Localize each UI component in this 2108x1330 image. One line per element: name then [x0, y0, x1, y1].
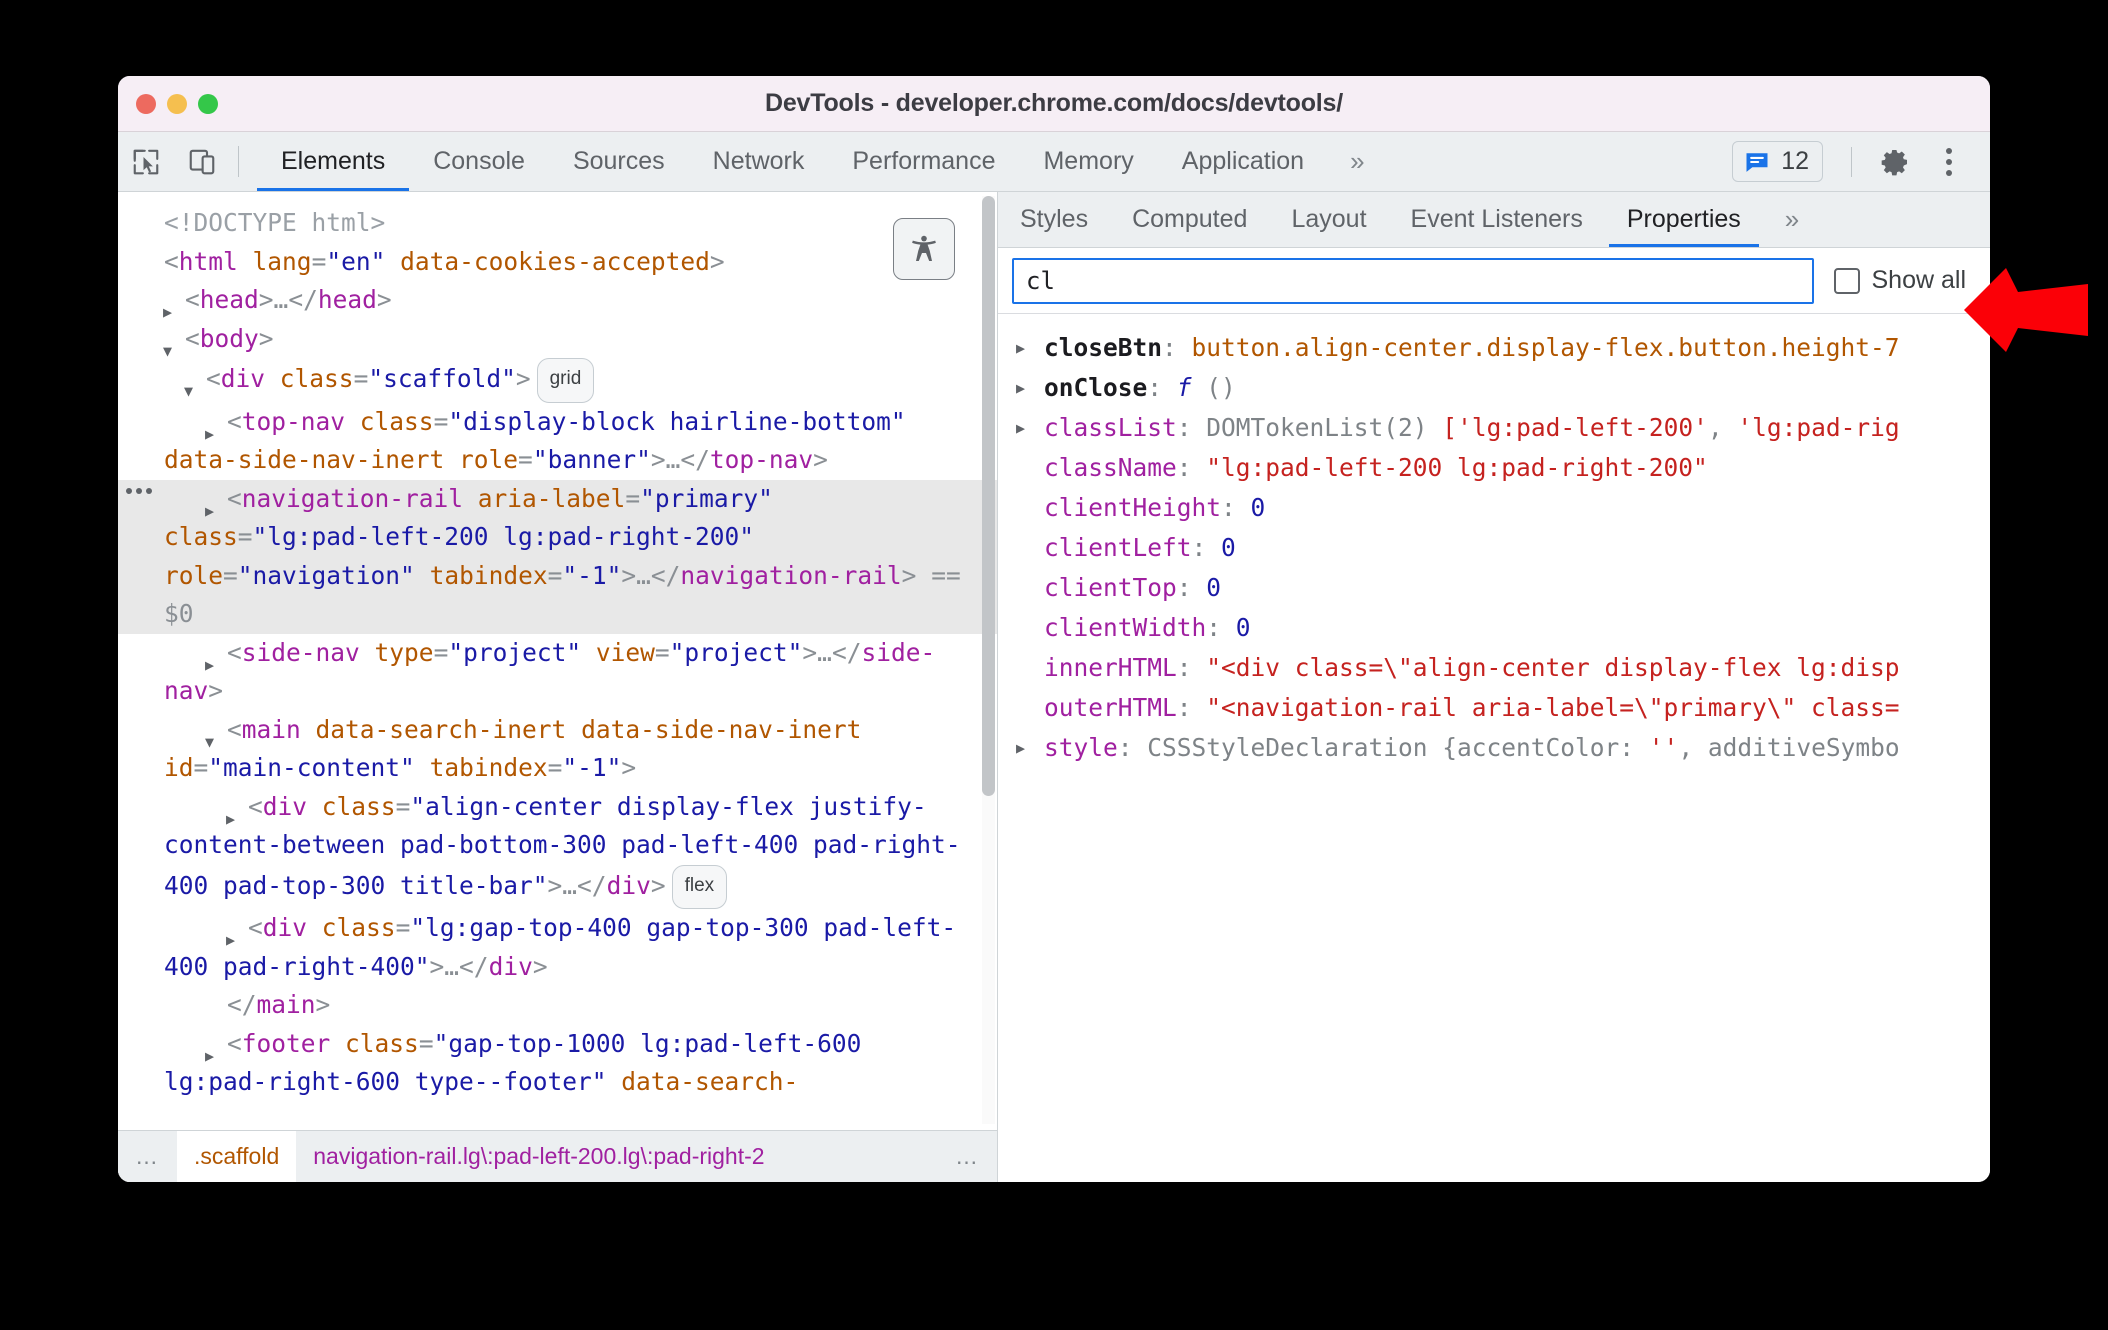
breadcrumb-item[interactable]: .scaffold	[177, 1131, 297, 1182]
property-row[interactable]: ▶ style: CSSStyleDeclaration {accentColor…	[998, 728, 1990, 768]
dom-node-row[interactable]: <top-nav class="display-block hairline-b…	[118, 403, 997, 480]
dom-tree[interactable]: <!DOCTYPE html> <html lang="en" data-cook…	[118, 192, 997, 1102]
panel-tabs: Elements Console Sources Network Perform…	[257, 132, 1387, 191]
issues-badge[interactable]: 12	[1732, 141, 1823, 182]
tab-sources[interactable]: Sources	[549, 132, 689, 191]
dom-node-content: <div class="scaffold"> grid	[164, 358, 595, 411]
dom-node-row[interactable]: </main>	[118, 986, 997, 1025]
properties-filter-input[interactable]	[1012, 257, 1814, 304]
property-row[interactable]: outerHTML: "<navigation-rail aria-label=…	[998, 688, 1990, 728]
property-row[interactable]: innerHTML: "<div class=\"align-center di…	[998, 648, 1990, 688]
node-menu-dots-icon[interactable]	[126, 487, 152, 494]
sidebar-pane: Styles Computed Layout Event Listeners P…	[998, 192, 1990, 1182]
properties-list[interactable]: ▶ closeBtn: button.align-center.display-f…	[998, 314, 1990, 1182]
property-row[interactable]: ▶ classList: DOMTokenList(2) ['lg:pad-lef…	[998, 408, 1990, 448]
gear-icon[interactable]	[1870, 139, 1920, 185]
dom-node-row[interactable]: <div class="scaffold"> grid	[118, 358, 997, 411]
dom-node-row[interactable]: <footer class="gap-top-1000 lg:pad-left-…	[118, 1025, 997, 1102]
breadcrumb-overflow[interactable]: …	[938, 1131, 997, 1182]
tab-layout[interactable]: Layout	[1269, 192, 1388, 247]
dom-node-row[interactable]: <head>…</head>	[118, 281, 997, 332]
toolbar-divider-2	[1851, 146, 1852, 177]
elements-dom-pane: <!DOCTYPE html> <html lang="en" data-cook…	[118, 192, 998, 1182]
issues-chat-icon	[1746, 152, 1768, 172]
dom-node-content: <body>	[163, 323, 274, 371]
sidebar-tabbar: Styles Computed Layout Event Listeners P…	[998, 192, 1990, 248]
dom-tree-wrapper: <!DOCTYPE html> <html lang="en" data-cook…	[118, 192, 997, 1130]
dom-node-content: <head>…</head>	[163, 285, 392, 332]
scrollbar-thumb[interactable]	[982, 196, 995, 796]
breadcrumb-item[interactable]: navigation-rail.lg\:pad-left-200.lg\:pad…	[296, 1131, 781, 1182]
dom-node-row[interactable]: <!DOCTYPE html>	[118, 204, 997, 243]
dom-node-row[interactable]: <html lang="en" data-cookies-accepted>	[118, 243, 997, 282]
inspect-cursor-icon[interactable]	[118, 132, 174, 191]
dom-node-content: <footer class="gap-top-1000 lg:pad-left-…	[164, 1028, 877, 1097]
property-row[interactable]: clientLeft: 0	[998, 528, 1990, 568]
dom-node-row[interactable]: <body>	[118, 320, 997, 371]
toolbar-right-group: 12	[1732, 132, 1990, 191]
dom-node-row-selected[interactable]: <navigation-rail aria-label="primary" cl…	[118, 479, 997, 634]
kebab-menu-icon[interactable]	[1924, 139, 1974, 185]
window-title: DevTools - developer.chrome.com/docs/dev…	[765, 89, 1343, 117]
dom-node-content: <navigation-rail aria-label="primary" cl…	[164, 483, 976, 629]
show-all-checkbox[interactable]	[1833, 267, 1860, 294]
dom-node-content: <html lang="en" data-cookies-accepted>	[164, 246, 725, 276]
expand-twisty-icon[interactable]: ▶	[1016, 408, 1025, 448]
show-all-toggle[interactable]: Show all	[1833, 266, 1975, 295]
accessibility-icon[interactable]	[893, 218, 955, 280]
tab-event-listeners[interactable]: Event Listeners	[1389, 192, 1605, 247]
dom-node-row[interactable]: <side-nav type="project" view="project">…	[118, 634, 997, 711]
devtools-main-toolbar: Elements Console Sources Network Perform…	[118, 132, 1990, 192]
property-row[interactable]: className: "lg:pad-left-200 lg:pad-right…	[998, 448, 1990, 488]
expand-twisty-icon[interactable]: ▶	[1016, 728, 1025, 768]
properties-filter-bar: Show all	[998, 248, 1990, 314]
dom-node-row[interactable]: <div class="lg:gap-top-400 gap-top-300 p…	[118, 909, 997, 986]
tab-styles[interactable]: Styles	[998, 192, 1110, 247]
property-row[interactable]: clientHeight: 0	[998, 488, 1990, 528]
property-row[interactable]: ▶ closeBtn: button.align-center.display-f…	[998, 328, 1990, 368]
dom-node-row[interactable]: <div class="align-center display-flex ju…	[118, 788, 997, 909]
dom-node-content: <top-nav class="display-block hairline-b…	[164, 406, 906, 475]
tab-performance[interactable]: Performance	[828, 132, 1019, 191]
tab-console[interactable]: Console	[409, 132, 549, 191]
tab-network[interactable]: Network	[689, 132, 829, 191]
expand-twisty-icon[interactable]: ▶	[1016, 368, 1025, 408]
dom-breadcrumb: … .scaffold navigation-rail.lg\:pad-left-2…	[118, 1130, 997, 1182]
show-all-label: Show all	[1871, 266, 1967, 294]
tab-elements[interactable]: Elements	[257, 132, 410, 191]
dom-node-content: <main data-search-inert data-side-nav-in…	[164, 714, 862, 783]
breadcrumb-overflow[interactable]: …	[118, 1131, 177, 1182]
devtools-window: DevTools - developer.chrome.com/docs/dev…	[118, 76, 1990, 1182]
issues-count: 12	[1781, 147, 1809, 175]
tab-application[interactable]: Application	[1158, 132, 1328, 191]
property-row[interactable]: ▶ onClose: f ()	[998, 368, 1990, 408]
dom-node-content: <!DOCTYPE html>	[164, 208, 386, 237]
toolbar-divider	[238, 146, 239, 177]
device-toolbar-icon[interactable]	[174, 132, 230, 191]
dom-node-content: <div class="lg:gap-top-400 gap-top-300 p…	[164, 913, 957, 981]
dom-node-content: <side-nav type="project" view="project">…	[164, 637, 936, 706]
sidebar-more-tabs-chevron-icon[interactable]: »	[1763, 192, 1821, 247]
tab-computed[interactable]: Computed	[1110, 192, 1269, 247]
property-row[interactable]: clientWidth: 0	[998, 608, 1990, 648]
expand-twisty-icon[interactable]: ▶	[1016, 328, 1025, 368]
window-title-bar: DevTools - developer.chrome.com/docs/dev…	[118, 76, 1990, 132]
dom-node-row[interactable]: <main data-search-inert data-side-nav-in…	[118, 711, 997, 788]
devtools-body: <!DOCTYPE html> <html lang="en" data-cook…	[118, 192, 1990, 1182]
screenshot-root: DevTools - developer.chrome.com/docs/dev…	[0, 0, 2108, 1330]
tab-memory[interactable]: Memory	[1019, 132, 1157, 191]
dom-tree-scrollbar[interactable]	[982, 196, 995, 1124]
annotation-arrow-icon	[1962, 262, 2092, 363]
tab-properties[interactable]: Properties	[1605, 192, 1763, 247]
dom-node-content: </main>	[227, 990, 331, 1019]
more-tabs-chevron-icon[interactable]: »	[1328, 132, 1386, 191]
property-row[interactable]: clientTop: 0	[998, 568, 1990, 608]
dom-node-content: <div class="align-center display-flex ju…	[164, 792, 961, 909]
